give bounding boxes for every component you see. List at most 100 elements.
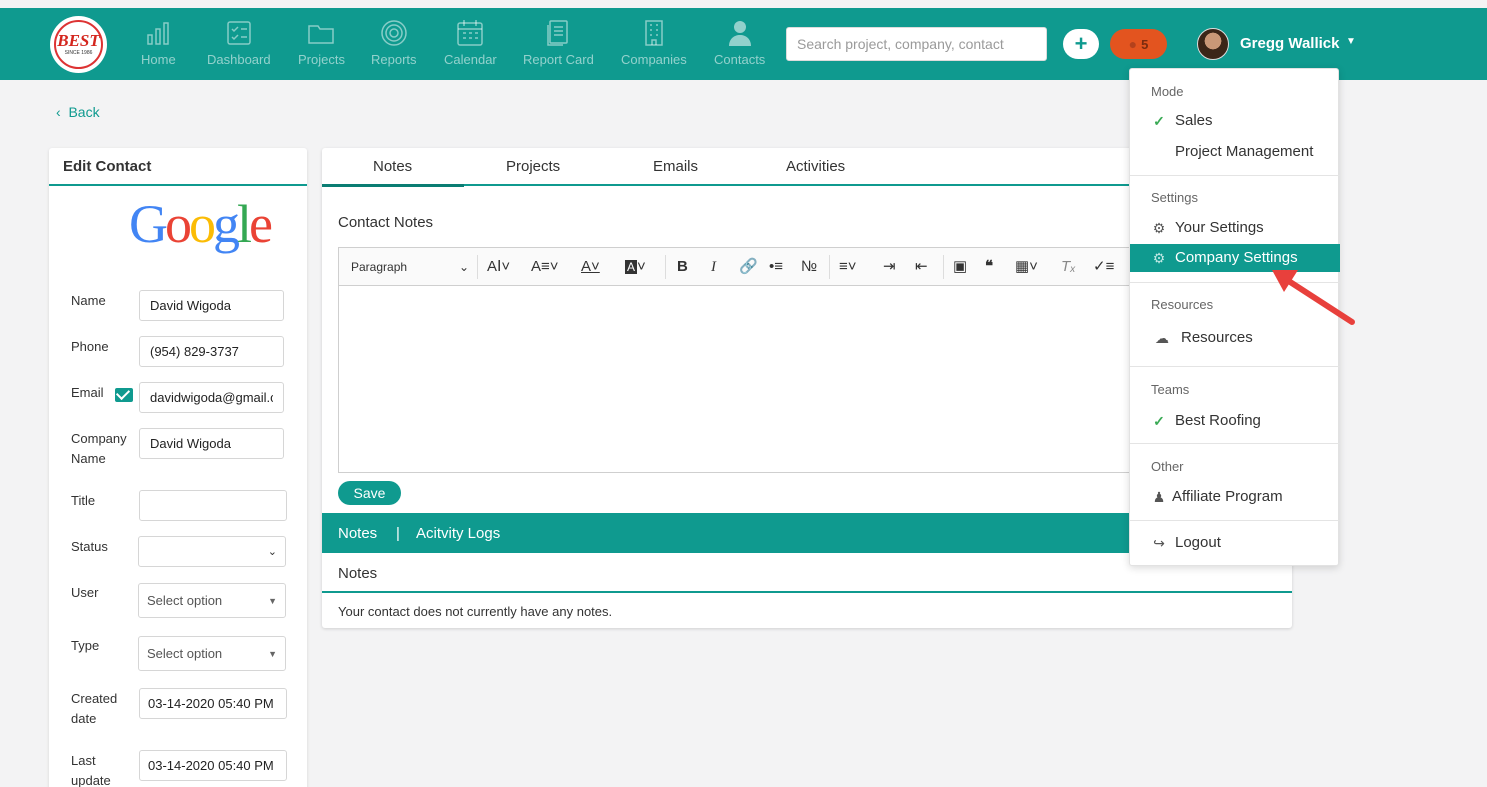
notes-heading: Notes (338, 565, 378, 582)
link-icon[interactable]: 🔗 (739, 257, 758, 277)
envelope-icon[interactable] (115, 388, 133, 402)
nav-dashboard[interactable]: Dashboard (207, 18, 271, 74)
paragraph-select[interactable]: Paragraph ⌄ (351, 257, 469, 277)
font-size-icon[interactable]: AⅠ˅ (487, 257, 510, 277)
menu-item-affiliate-label: Affiliate Program (1172, 488, 1283, 505)
menu-item-pm-label: Project Management (1175, 143, 1314, 160)
company-name-label: Company Name (71, 431, 127, 466)
tab-projects[interactable]: Projects (506, 158, 560, 175)
user-select[interactable]: Select option ▼ (138, 583, 286, 618)
outdent-icon[interactable]: ⇤ (915, 257, 928, 277)
caret-down-icon: ▼ (268, 595, 277, 606)
phone-label: Phone (71, 339, 109, 354)
menu-divider (1130, 366, 1340, 367)
nav-home[interactable]: Home (141, 18, 176, 74)
tab-activities[interactable]: Activities (786, 158, 845, 175)
user-label: User (71, 585, 99, 600)
nav-report-card[interactable]: Report Card (523, 18, 594, 74)
blockquote-icon[interactable]: ❝ (985, 257, 993, 277)
phone-field[interactable] (139, 336, 284, 367)
menu-item-sales[interactable]: ✓ Sales (1130, 107, 1340, 135)
caret-down-icon[interactable]: ▼ (1346, 36, 1356, 47)
folder-icon (308, 25, 335, 44)
last-update-label: Last update (71, 753, 111, 787)
search-input[interactable] (786, 27, 1047, 61)
company-logo[interactable]: BEST SINCE 1986 (50, 16, 107, 73)
notification-count: 5 (1141, 36, 1149, 52)
image-icon[interactable]: ▣ (953, 257, 967, 277)
notifications-button[interactable]: ● 5 (1110, 29, 1167, 59)
report-card-icon (547, 20, 569, 46)
back-link[interactable]: ‹ Back (56, 104, 100, 120)
numbered-list-icon[interactable]: № (801, 257, 817, 277)
email-field[interactable] (139, 382, 284, 413)
dashboard-icon (227, 21, 251, 45)
bold-icon[interactable]: B (677, 257, 688, 277)
type-label: Type (71, 638, 100, 653)
add-button[interactable]: + (1063, 29, 1099, 59)
highlight-color-icon[interactable]: A ˅ (625, 257, 646, 277)
nav-home-label: Home (141, 52, 176, 67)
gear-icon: ⚙ (1152, 250, 1166, 266)
menu-item-best-roofing-label: Best Roofing (1175, 412, 1261, 429)
annotation-arrow-icon (1272, 270, 1355, 325)
nav-calendar[interactable]: Calendar (444, 18, 497, 74)
menu-item-affiliate-program[interactable]: ♟ Affiliate Program (1130, 483, 1340, 511)
edit-contact-panel: Edit Contact Google Name Phone Email Com… (49, 148, 307, 787)
subnav-notes[interactable]: Notes (338, 525, 377, 542)
name-label: Name (71, 293, 106, 308)
status-select[interactable]: ⌄ (138, 536, 286, 567)
contact-logo: Google (129, 194, 273, 254)
editor-toolbar: Paragraph ⌄ AⅠ˅ A≡˅ A˅ A ˅ B I 🔗 •≡ № ≡˅ … (339, 248, 1137, 286)
menu-item-best-roofing[interactable]: ✓ Best Roofing (1130, 407, 1340, 435)
type-select[interactable]: Select option ▼ (138, 636, 286, 671)
created-date-field[interactable] (139, 688, 287, 719)
save-button[interactable]: Save (338, 481, 401, 505)
company-name-field[interactable] (139, 428, 284, 459)
logo-badge: BEST SINCE 1986 (54, 20, 103, 69)
logo-subtext: SINCE 1986 (64, 50, 93, 56)
italic-icon[interactable]: I (711, 257, 716, 277)
nav-projects[interactable]: Projects (298, 18, 345, 74)
paragraph-label: Paragraph (351, 260, 408, 274)
indent-icon[interactable]: ⇥ (883, 257, 896, 277)
avatar[interactable] (1197, 28, 1229, 60)
menu-item-resources-label: Resources (1181, 329, 1253, 346)
clear-format-icon[interactable]: Tₓ (1061, 257, 1076, 277)
bell-icon: ● (1128, 36, 1138, 52)
menu-section-settings: Settings (1151, 190, 1198, 205)
menu-item-logout[interactable]: ↪ Logout (1130, 529, 1340, 557)
checklist-icon[interactable]: ✓≡ (1093, 257, 1114, 277)
created-date-label: Created date (71, 691, 118, 726)
target-icon (381, 20, 407, 46)
rich-text-editor: Paragraph ⌄ AⅠ˅ A≡˅ A˅ A ˅ B I 🔗 •≡ № ≡˅ … (338, 247, 1138, 473)
font-family-icon[interactable]: A≡˅ (531, 257, 559, 277)
font-color-icon[interactable]: A˅ (581, 257, 600, 277)
cloud-icon: ☁ (1155, 330, 1169, 346)
tab-emails[interactable]: Emails (653, 158, 698, 175)
nav-companies[interactable]: Companies (621, 18, 687, 74)
nav-contacts[interactable]: Contacts (714, 18, 765, 74)
menu-section-teams: Teams (1151, 382, 1190, 397)
table-icon[interactable]: ▦˅ (1015, 257, 1038, 277)
contact-notes-title: Contact Notes (338, 214, 434, 231)
user-name[interactable]: Gregg Wallick (1240, 35, 1339, 52)
logo-text: BEST (57, 31, 100, 50)
bulleted-list-icon[interactable]: •≡ (769, 257, 783, 277)
nav-reports[interactable]: Reports (371, 18, 417, 74)
menu-divider (1130, 520, 1340, 521)
subnav-activity-logs[interactable]: Acitvity Logs (416, 525, 500, 542)
nav-companies-label: Companies (621, 52, 687, 67)
menu-item-your-settings[interactable]: ⚙ Your Settings (1130, 214, 1340, 242)
name-field[interactable] (139, 290, 284, 321)
tab-notes[interactable]: Notes (373, 158, 412, 175)
align-icon[interactable]: ≡˅ (839, 257, 857, 277)
toolbar-divider (943, 255, 944, 279)
nav-reports-label: Reports (371, 52, 417, 67)
menu-item-sales-label: Sales (1175, 112, 1213, 129)
title-field[interactable] (139, 490, 287, 521)
nav-report-card-label: Report Card (523, 52, 594, 67)
last-update-field[interactable] (139, 750, 287, 781)
menu-section-other: Other (1151, 459, 1184, 474)
menu-item-project-management[interactable]: Project Management (1130, 138, 1340, 166)
